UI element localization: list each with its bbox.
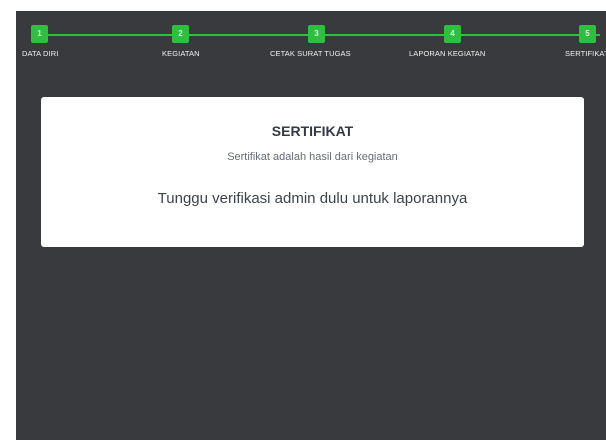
step-number-badge[interactable]: 4 bbox=[444, 25, 461, 43]
step-number-badge[interactable]: 5 bbox=[579, 25, 596, 43]
verification-message: Tunggu verifikasi admin dulu untuk lapor… bbox=[157, 190, 468, 207]
sertifikat-card: SERTIFIKAT Sertifikat adalah hasil dari … bbox=[41, 97, 584, 247]
step-label: KEGIATAN bbox=[162, 49, 200, 58]
step-label: CETAK SURAT TUGAS bbox=[270, 49, 351, 58]
step-number-badge[interactable]: 2 bbox=[172, 25, 189, 43]
progress-stepper: 1 DATA DIRI 2 KEGIATAN 3 CETAK SURAT TUG… bbox=[16, 25, 606, 65]
app-screen: 1 DATA DIRI 2 KEGIATAN 3 CETAK SURAT TUG… bbox=[16, 11, 606, 440]
step-label: DATA DIRI bbox=[22, 49, 59, 58]
step-label: LAPORAN KEGIATAN bbox=[409, 49, 486, 58]
step-number-badge[interactable]: 3 bbox=[308, 25, 325, 43]
card-title: SERTIFIKAT bbox=[271, 123, 354, 139]
card-subtitle: Sertifikat adalah hasil dari kegiatan bbox=[227, 151, 398, 163]
step-label: SERTIFIKAT bbox=[565, 49, 606, 58]
step-number-badge[interactable]: 1 bbox=[31, 25, 48, 43]
